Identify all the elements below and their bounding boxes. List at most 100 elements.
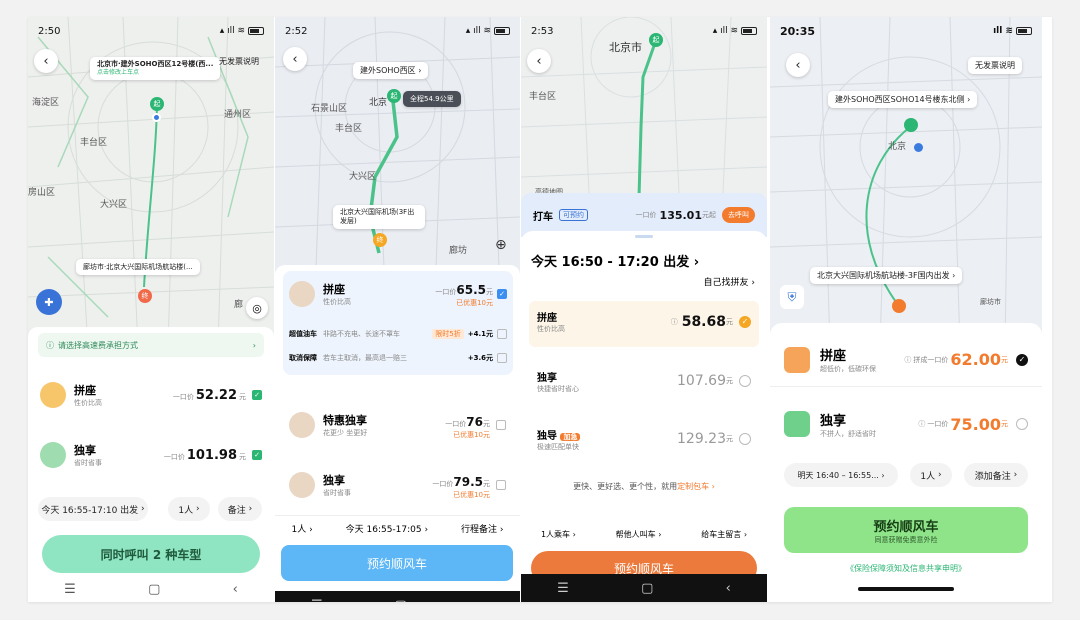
home-icon[interactable]: ▢ <box>148 582 160 597</box>
option-radio[interactable] <box>1016 418 1028 430</box>
option-checkbox[interactable] <box>496 480 506 490</box>
book-ride-button[interactable]: 预约顺风车 同意获赠免费意外险 <box>784 507 1028 553</box>
option-row-shared[interactable]: 拼座 性价比高 一口价65.5元 已优惠10元 ✓ <box>283 279 513 308</box>
exclusive-avatar-icon <box>289 472 315 498</box>
option-radio[interactable]: ✓ <box>739 315 751 328</box>
addon-checkbox[interactable] <box>497 353 507 363</box>
end-marker <box>892 299 906 313</box>
option-row-exclusive[interactable]: 独享 快捷省时省心 107.69 元 <box>521 359 767 403</box>
find-partner-text: 自己找拼友 <box>703 278 749 288</box>
drag-handle[interactable] <box>635 235 653 238</box>
call-both-button[interactable]: 同时呼叫 2 种车型 <box>42 535 260 573</box>
addon-row-oil[interactable]: 超值油车 非路不充电、长途不罩车 限时5折 +4.1元 <box>283 329 513 339</box>
start-chip[interactable]: 建外SOHO西区SOHO14号楼东北侧 › <box>828 91 978 108</box>
back-nav-icon[interactable]: ‹ <box>479 598 484 603</box>
destination-chip[interactable]: 北京大兴国际机场(3F出发层) <box>333 205 425 230</box>
option-row-shared[interactable]: 拼座 性价比高 ⓘ 58.68 元 ✓ <box>529 309 759 334</box>
price-unit: 元 <box>726 377 733 385</box>
start-chip-text: 建外SOHO西区 <box>360 66 416 75</box>
info-icon[interactable]: ⓘ <box>904 355 911 365</box>
shared-option-card[interactable]: 拼座 性价比高 ⓘ 58.68 元 ✓ <box>529 301 759 347</box>
back-button[interactable]: ‹ <box>527 49 551 73</box>
option-radio[interactable] <box>739 433 751 445</box>
back-button[interactable]: ‹ <box>283 47 307 71</box>
shared-avatar-icon <box>40 382 66 408</box>
destination-chip[interactable]: 廊坊市·北京大兴国际机场航站楼(... <box>76 259 200 275</box>
option-checkbox[interactable]: ✓ <box>497 288 507 299</box>
toll-notice[interactable]: ⓘ 请选择高速费承担方式 › <box>38 333 264 357</box>
option-row-shared[interactable]: 拼座 性价比高 一口价 52.22 元 ✓ <box>28 373 274 417</box>
home-indicator[interactable] <box>858 587 954 591</box>
home-icon[interactable]: ▢ <box>641 581 653 596</box>
option-row-exclusive[interactable]: 独享 不拼人，舒适省时 ⓘ 一口价 75.00 元 <box>770 397 1042 451</box>
start-chip[interactable]: 建外SOHO西区 › <box>353 62 429 79</box>
option-price: 62.00 <box>950 350 1001 369</box>
locate-icon[interactable]: ◎ <box>246 297 268 319</box>
map-roads <box>275 17 520 297</box>
charter-promo[interactable]: 更快、更好选、更个性，就用定制包车 › <box>521 481 767 492</box>
time-selector[interactable]: 今天 16:55-17:10 出发 › <box>38 497 148 521</box>
screen-app-2: 北京 石景山区 丰台区 大兴区 廊坊 起 终 建外SOHO西区 › 全程54.9… <box>275 17 520 602</box>
info-icon[interactable]: ⓘ <box>918 419 925 429</box>
invoice-help-link[interactable]: 无发票说明 <box>968 57 1022 74</box>
option-checkbox[interactable] <box>496 420 506 430</box>
menu-icon[interactable]: ☰ <box>557 581 569 596</box>
book-ride-button[interactable]: 预约顺风车 <box>281 545 513 581</box>
back-nav-icon[interactable]: ‹ <box>726 581 731 596</box>
time-selector[interactable]: 明天 16:40 – 16:55... › <box>784 463 898 487</box>
home-icon[interactable]: ▢ <box>395 598 407 603</box>
people-selector[interactable]: 1人 › <box>291 522 312 535</box>
option-row-urgent[interactable]: 独导 加急 极速匹配单快 129.23 元 <box>521 417 767 461</box>
info-icon[interactable]: ⓘ <box>671 317 678 327</box>
message-driver[interactable]: 给车主留言 › <box>701 529 747 540</box>
map-view[interactable]: 北京 石景山区 丰台区 大兴区 廊坊 起 终 建外SOHO西区 › 全程54.9… <box>275 17 520 297</box>
call-for-others[interactable]: 帮他人叫车 › <box>616 529 662 540</box>
time-selector[interactable]: 今天 16:55-17:05 › <box>346 522 428 535</box>
option-desc: 性价比高 <box>537 325 565 333</box>
option-row-exclusive[interactable]: 独享 省时省事 一口价 101.98 元 ✓ <box>28 433 274 477</box>
start-chip-text: 建外SOHO西区SOHO14号楼东北侧 <box>835 95 965 104</box>
menu-icon[interactable]: ☰ <box>64 582 76 597</box>
option-row-discount-exclusive[interactable]: 特惠独享 花更少 坐更好 一口价76元 已优惠10元 <box>275 405 520 445</box>
map-label-fengtai: 丰台区 <box>529 92 557 102</box>
option-checkbox[interactable]: ✓ <box>252 450 262 460</box>
invoice-help-link[interactable]: 无发票说明 <box>212 53 266 70</box>
map-label-beijing: 北京 <box>369 98 388 108</box>
back-nav-icon[interactable]: ‹ <box>233 582 238 597</box>
departure-title[interactable]: 今天 16:50 - 17:20 出发 › <box>531 251 699 270</box>
option-checkbox[interactable]: ✓ <box>252 390 262 400</box>
menu-icon[interactable]: ☰ <box>311 598 323 603</box>
price-prefix: 一口价 <box>163 452 185 461</box>
back-button[interactable]: ‹ <box>786 53 810 77</box>
price-prefix: 一口价 <box>445 419 467 428</box>
find-partner-link[interactable]: 自己找拼友 › <box>704 275 755 288</box>
note-selector[interactable]: 添加备注 › <box>964 463 1028 487</box>
option-radio[interactable] <box>739 375 751 387</box>
addon-desc: 非路不充电、长途不罩车 <box>323 330 400 338</box>
taxi-price: 135.01 <box>659 208 702 222</box>
charter-link[interactable]: 定制包车 <box>677 482 709 491</box>
option-row-shared[interactable]: 拼座 超低价，低碳环保 ⓘ 拼成一口价 62.00 元 ✓ <box>770 333 1042 387</box>
map-label-haidian: 海淀区 <box>32 98 60 108</box>
safety-shield-icon[interactable]: ✚ <box>36 289 62 315</box>
addon-checkbox[interactable] <box>497 329 507 339</box>
note-selector[interactable]: 备注 › <box>218 497 262 521</box>
passenger-selector[interactable]: 1人乘车 › <box>541 529 576 540</box>
pickup-chip[interactable]: 北京市·建外SOHO西区12号楼(西... 点击修改上车点 <box>90 57 221 80</box>
shared-option-card[interactable]: 拼座 性价比高 一口价65.5元 已优惠10元 ✓ 超值油车 非路不充电、长途不… <box>283 271 513 375</box>
back-button[interactable]: ‹ <box>34 49 58 73</box>
taxi-call-button[interactable]: 去呼叫 <box>722 207 755 223</box>
option-radio[interactable]: ✓ <box>1016 353 1028 366</box>
note-selector[interactable]: 行程备注 › <box>461 522 503 535</box>
safety-shield-icon[interactable]: ⛨ <box>780 285 804 309</box>
destination-chip[interactable]: 北京大兴国际机场航站楼-3F国内出发 › <box>810 267 963 284</box>
locate-icon[interactable]: ⊕ <box>495 237 507 253</box>
people-selector[interactable]: 1人 › <box>168 497 210 521</box>
discount-text: 已优惠10元 <box>456 299 493 307</box>
people-selector[interactable]: 1人 › <box>910 463 952 487</box>
option-desc: 花更少 坐更好 <box>323 429 368 437</box>
option-row-exclusive[interactable]: 独享 省时省事 一口价79.5元 已优惠10元 <box>275 465 520 505</box>
option-price: 79.5 <box>453 474 483 489</box>
insurance-terms-link[interactable]: 《保险保障须知及信息共享申明》 <box>770 563 1042 574</box>
addon-row-cancel[interactable]: 取消保障 若车主取消，最高退一赔三 +3.6元 <box>283 353 513 363</box>
